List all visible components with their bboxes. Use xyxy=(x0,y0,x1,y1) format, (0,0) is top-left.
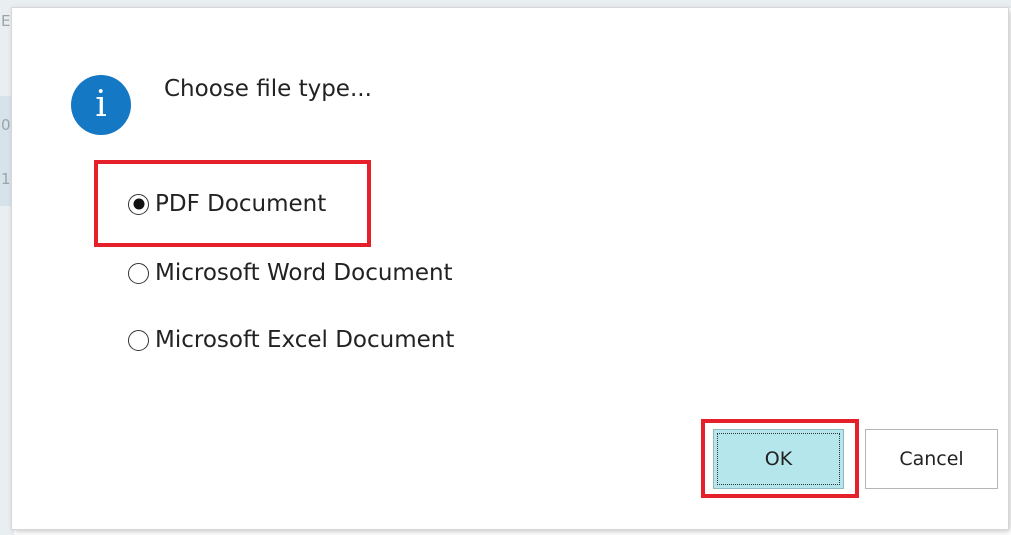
focus-ring xyxy=(717,433,840,485)
background-window-top xyxy=(0,0,1011,8)
option-label: Microsoft Word Document xyxy=(155,260,453,286)
ok-button[interactable]: OK xyxy=(713,429,844,489)
cancel-button[interactable]: Cancel xyxy=(865,429,998,489)
radio-button[interactable] xyxy=(128,262,149,284)
radio-button-selected[interactable] xyxy=(128,193,149,215)
option-word-document[interactable]: Microsoft Word Document xyxy=(128,258,453,288)
background-char: E xyxy=(1,12,11,30)
file-type-dialog: i Choose file type... PDF Document Micro… xyxy=(12,8,1008,529)
radio-button[interactable] xyxy=(128,329,149,351)
option-label: PDF Document xyxy=(155,191,327,217)
background-char: 0 xyxy=(1,116,11,134)
info-icon: i xyxy=(71,75,131,135)
background-char: 1 xyxy=(1,170,11,188)
option-label: Microsoft Excel Document xyxy=(155,327,455,353)
dialog-title: Choose file type... xyxy=(164,76,372,102)
option-pdf-document[interactable]: PDF Document xyxy=(128,189,326,219)
cancel-button-label: Cancel xyxy=(899,448,964,470)
option-excel-document[interactable]: Microsoft Excel Document xyxy=(128,325,454,355)
